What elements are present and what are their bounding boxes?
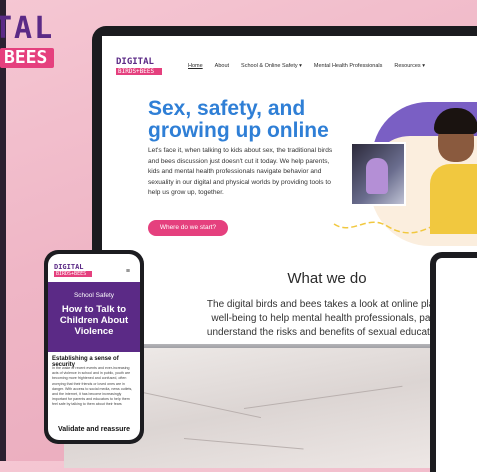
- phone-header: DIGITAL BIRDS+BEES ≡: [54, 264, 134, 280]
- site-logo-line2: BIRDS+BEES: [116, 67, 162, 75]
- background-logo-line1: TAL: [0, 11, 55, 46]
- background-logo-line2: BEES: [0, 48, 55, 68]
- phone-logo-line2: BIRDS+BEES: [54, 271, 92, 277]
- hero-title: Sex, safety, and growing up online: [148, 97, 329, 142]
- photo-figure: [366, 158, 388, 194]
- nav-about[interactable]: About: [215, 63, 229, 69]
- phone-title: How to Talk to Children About Violence: [59, 304, 129, 337]
- phone-footer-heading: Validate and reassure: [58, 426, 130, 433]
- marble-vein: [243, 385, 403, 409]
- phone-subtitle: School Safety: [73, 292, 115, 299]
- marble-vein: [183, 438, 304, 450]
- nav-home[interactable]: Home: [188, 63, 203, 69]
- tablet: [430, 252, 477, 472]
- left-edge-shadow: [0, 0, 6, 461]
- background-logo: TAL BEES: [0, 11, 55, 68]
- site-navbar: DIGITAL BIRDS+BEES Home About School & O…: [116, 54, 477, 78]
- phone-logo[interactable]: DIGITAL BIRDS+BEES: [54, 264, 134, 277]
- site-logo[interactable]: DIGITAL BIRDS+BEES: [116, 56, 162, 75]
- where-do-we-start-button[interactable]: Where do we start?: [148, 220, 228, 236]
- site-logo-line1: DIGITAL: [116, 56, 154, 67]
- nav-resources[interactable]: Resources ▾: [394, 63, 425, 69]
- hamburger-icon[interactable]: ≡: [126, 268, 130, 275]
- laptop-screen: DIGITAL BIRDS+BEES Home About School & O…: [102, 36, 477, 344]
- nav-school-online-safety[interactable]: School & Online Safety ▾: [241, 63, 302, 69]
- hero-photo-girl: [350, 142, 406, 206]
- phone-logo-line1: DIGITAL: [54, 263, 84, 271]
- person-hair: [434, 108, 477, 134]
- decorative-squiggle: [333, 215, 451, 234]
- phone: DIGITAL BIRDS+BEES ≡ School Safety How t…: [44, 250, 144, 444]
- marble-vein: [123, 388, 262, 419]
- phone-body-text: In the wake of recent events and ever-in…: [52, 366, 133, 407]
- laptop: DIGITAL BIRDS+BEES Home About School & O…: [92, 26, 477, 344]
- hero-body: Let's face it, when talking to kids abou…: [148, 147, 333, 196]
- nav-mental-health-professionals[interactable]: Mental Health Professionals: [314, 63, 382, 69]
- phone-screen: DIGITAL BIRDS+BEES ≡ School Safety How t…: [48, 254, 140, 440]
- tablet-screen: [436, 258, 477, 472]
